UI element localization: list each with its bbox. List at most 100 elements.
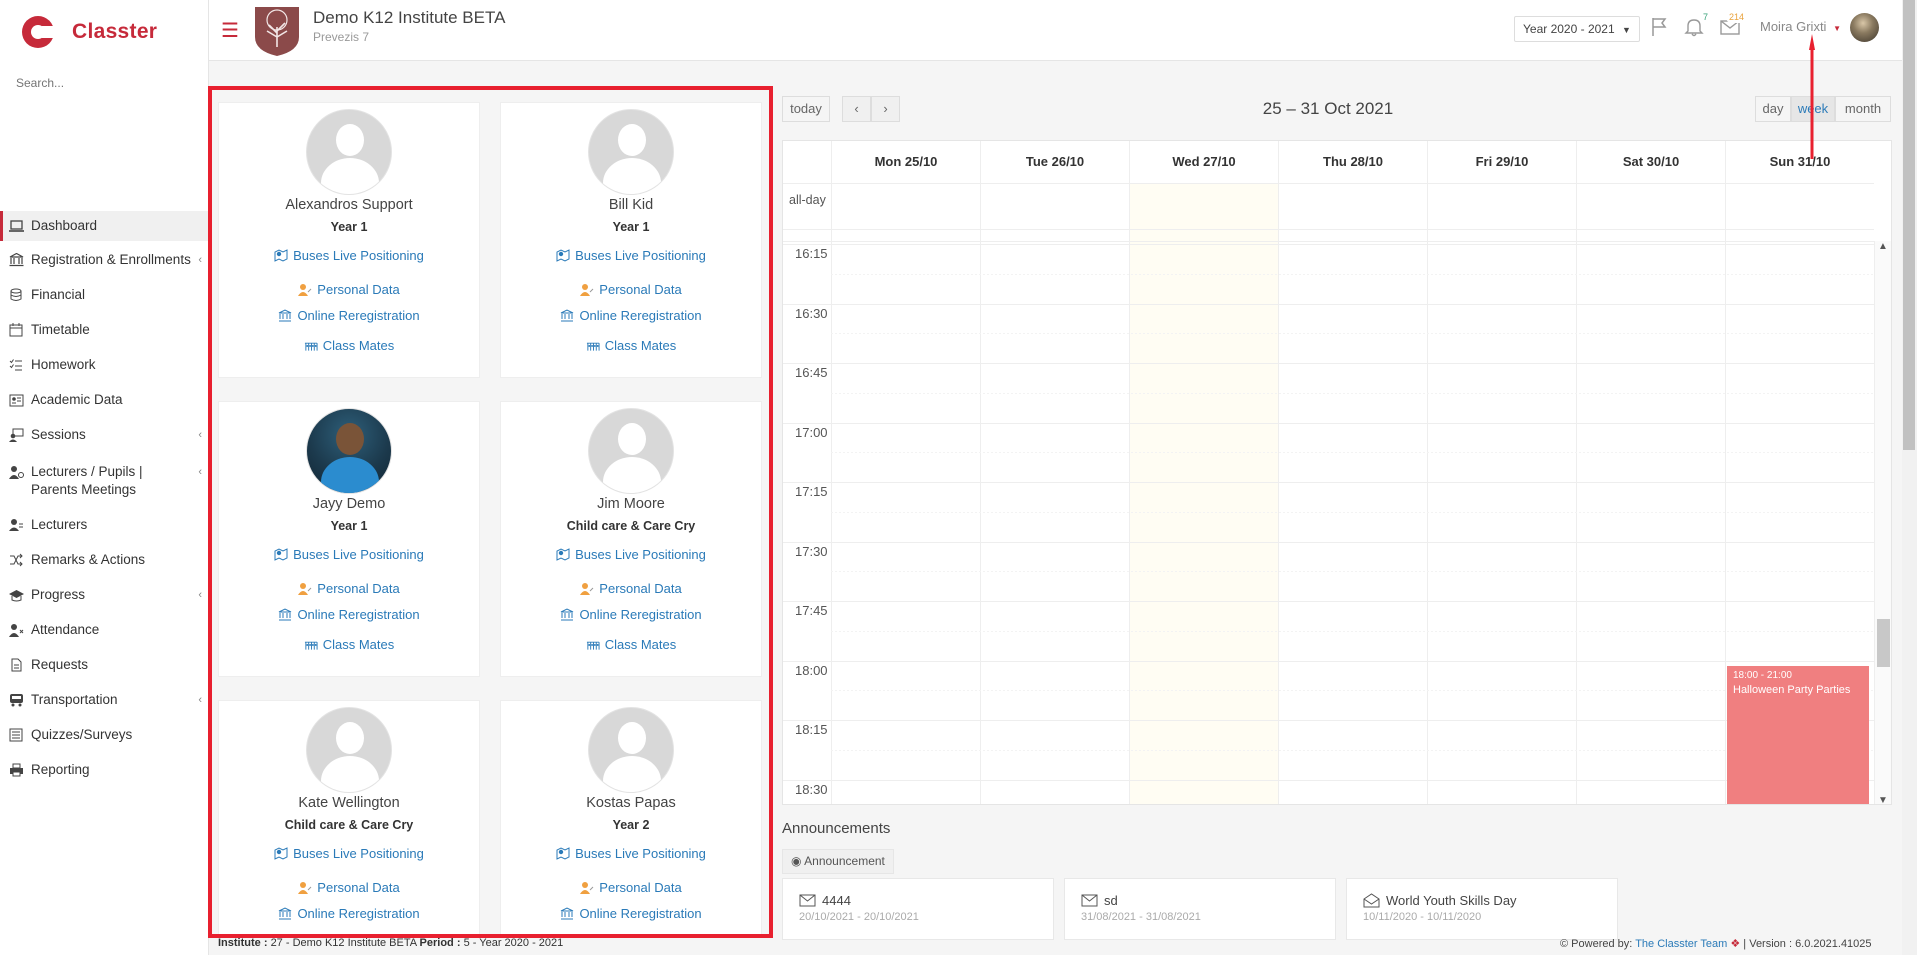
- announcement-card[interactable]: World Youth Skills Day 10/11/2020 - 10/11…: [1346, 878, 1618, 940]
- sidebar-item-label: Transportation: [31, 692, 118, 707]
- app-logo[interactable]: Classter: [0, 0, 208, 64]
- buses-link-icon: [274, 249, 288, 263]
- sidebar-item-label: Lecturers: [31, 517, 88, 532]
- sidebar-item-remarks-actions[interactable]: Remarks & Actions: [0, 547, 208, 573]
- day-column-header: Sun 31/10: [1725, 141, 1874, 183]
- time-slot-label: 16:30: [795, 305, 828, 321]
- sidebar-item-attendance[interactable]: Attendance: [0, 617, 208, 643]
- rereg-link-icon: [278, 608, 292, 622]
- student-link-classmates[interactable]: Class Mates: [501, 637, 761, 652]
- student-link-personal[interactable]: Personal Data: [501, 880, 761, 895]
- student-link-label: Buses Live Positioning: [575, 547, 706, 562]
- envelope-icon: [1081, 894, 1098, 907]
- sidebar-item-homework[interactable]: Homework: [0, 352, 208, 378]
- time-slot-subline: [831, 571, 1874, 573]
- page-scrollbar-thumb[interactable]: [1903, 0, 1915, 450]
- announcement-card[interactable]: sd 31/08/2021 - 31/08/2021: [1064, 878, 1336, 940]
- student-link-buses[interactable]: Buses Live Positioning: [219, 846, 479, 861]
- chevron-left-icon: ‹: [198, 429, 202, 441]
- student-link-classmates[interactable]: Class Mates: [219, 637, 479, 652]
- flag-icon[interactable]: [1649, 16, 1671, 38]
- announcement-dates: 10/11/2020 - 10/11/2020: [1363, 911, 1482, 923]
- student-name: Jim Moore: [597, 496, 665, 512]
- checklist-icon: [8, 357, 24, 373]
- student-link-personal[interactable]: Personal Data: [219, 581, 479, 596]
- sidebar-item-progress[interactable]: Progress ‹: [0, 582, 208, 608]
- student-link-buses[interactable]: Buses Live Positioning: [501, 248, 761, 263]
- student-link-rereg[interactable]: Online Reregistration: [501, 308, 761, 323]
- calendar-prev-button[interactable]: ‹: [842, 96, 871, 122]
- calendar-scrollbar-thumb[interactable]: [1877, 619, 1890, 667]
- buses-link-icon: [556, 548, 570, 562]
- time-slot-line: [783, 422, 1874, 424]
- meeting-icon: [8, 464, 24, 480]
- announcement-card[interactable]: 4444 20/10/2021 - 20/10/2021: [782, 878, 1054, 940]
- calendar-event[interactable]: 18:00 - 21:00 Halloween Party Parties: [1727, 666, 1869, 804]
- menu-toggle-icon[interactable]: ☰: [221, 18, 239, 43]
- student-link-buses[interactable]: Buses Live Positioning: [501, 547, 761, 562]
- student-avatar-placeholder: [306, 707, 392, 793]
- sidebar-item-timetable[interactable]: Timetable: [0, 317, 208, 343]
- student-avatar-placeholder: [306, 109, 392, 195]
- user-menu[interactable]: Moira Grixti ▼: [1760, 19, 1841, 34]
- calendar-today-button[interactable]: today: [782, 96, 830, 122]
- footer-powered-link[interactable]: The Classter Team: [1635, 938, 1727, 950]
- calendar-next-button[interactable]: ›: [871, 96, 900, 122]
- buses-link-icon: [274, 847, 288, 861]
- student-card: Jim Moore Child care & Care Cry Buses Live…: [500, 401, 762, 677]
- day-column-header: Wed 27/10: [1129, 141, 1278, 183]
- sidebar-item-requests[interactable]: Requests: [0, 652, 208, 678]
- calendar-scrollbar[interactable]: ▲ ▼: [1874, 241, 1891, 804]
- sidebar-item-academic-data[interactable]: Academic Data: [0, 387, 208, 413]
- student-link-label: Online Reregistration: [579, 308, 702, 323]
- student-link-rereg[interactable]: Online Reregistration: [501, 607, 761, 622]
- calendar-month-view-button[interactable]: month: [1835, 96, 1891, 122]
- sessions-icon: [8, 427, 24, 443]
- user-avatar[interactable]: [1850, 13, 1879, 42]
- student-link-buses[interactable]: Buses Live Positioning: [501, 846, 761, 861]
- announcement-title: sd: [1104, 893, 1118, 908]
- sidebar-item-quizzes-surveys[interactable]: Quizzes/Surveys: [0, 722, 208, 748]
- top-header: ☰ Demo K12 Institute BETA Prevezis 7 Yea…: [209, 0, 1917, 61]
- student-link-buses[interactable]: Buses Live Positioning: [219, 547, 479, 562]
- printer-icon: [8, 762, 24, 778]
- sidebar-item-transportation[interactable]: Transportation ‹: [0, 687, 208, 713]
- sidebar-item-lecturers-pupils-parents-meetings[interactable]: Lecturers / Pupils | Parents Meetings ‹: [0, 459, 208, 499]
- user-name: Moira Grixti: [1760, 19, 1827, 34]
- time-slot-label: 18:15: [795, 722, 828, 737]
- messages-icon[interactable]: 214: [1719, 12, 1747, 38]
- student-link-rereg[interactable]: Online Reregistration: [219, 906, 479, 921]
- student-link-buses[interactable]: Buses Live Positioning: [219, 248, 479, 263]
- classmates-link-icon: [586, 339, 600, 353]
- day-column-header: Fri 29/10: [1427, 141, 1576, 183]
- sidebar-search[interactable]: [0, 64, 208, 104]
- time-slot-subline: [831, 690, 1874, 692]
- sidebar-item-sessions[interactable]: Sessions ‹: [0, 422, 208, 448]
- search-input[interactable]: [16, 76, 192, 90]
- student-link-classmates[interactable]: Class Mates: [219, 338, 479, 353]
- sidebar-item-dashboard[interactable]: Dashboard: [0, 211, 208, 241]
- student-link-rereg[interactable]: Online Reregistration: [501, 906, 761, 921]
- sidebar-item-lecturers[interactable]: Lecturers: [0, 512, 208, 538]
- student-link-label: Online Reregistration: [297, 906, 420, 921]
- student-link-rereg[interactable]: Online Reregistration: [219, 607, 479, 622]
- student-avatar-placeholder: [588, 707, 674, 793]
- student-link-personal[interactable]: Personal Data: [219, 282, 479, 297]
- bell-icon[interactable]: 7: [1683, 12, 1711, 38]
- annotation-arrow-icon: [1809, 34, 1815, 159]
- chevron-up-icon[interactable]: ▲: [1878, 241, 1888, 252]
- student-link-rereg[interactable]: Online Reregistration: [219, 308, 479, 323]
- students-panel: Alexandros Support Year 1 Buses Live Posit…: [208, 86, 773, 938]
- student-link-classmates[interactable]: Class Mates: [501, 338, 761, 353]
- calendar-day-view-button[interactable]: day: [1755, 96, 1791, 122]
- chevron-down-icon[interactable]: ▼: [1878, 795, 1888, 804]
- student-link-personal[interactable]: Personal Data: [501, 282, 761, 297]
- student-year: Year 1: [612, 220, 650, 234]
- student-link-personal[interactable]: Personal Data: [219, 880, 479, 895]
- sidebar-item-reporting[interactable]: Reporting: [0, 757, 208, 783]
- student-link-personal[interactable]: Personal Data: [501, 581, 761, 596]
- year-select[interactable]: Year 2020 - 2021 ▼: [1514, 16, 1640, 42]
- sidebar-item-financial[interactable]: Financial: [0, 282, 208, 308]
- sidebar-item-registration-enrollments[interactable]: Registration & Enrollments ‹: [0, 247, 208, 273]
- announcement-filter-tag[interactable]: ◉ Announcement: [782, 849, 894, 874]
